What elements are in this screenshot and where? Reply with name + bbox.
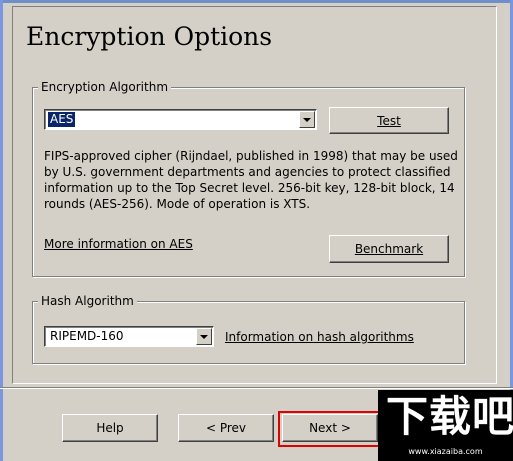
more-info-aes-link[interactable]: More information on AES xyxy=(44,237,193,251)
watermark-url: www.xiazaiba.com xyxy=(408,447,483,456)
watermark-logo-text: 下载吧 xyxy=(386,392,513,441)
prev-button[interactable]: < Prev xyxy=(178,414,274,442)
page-title: Encryption Options xyxy=(26,22,273,51)
encryption-algorithm-dropdown-button[interactable] xyxy=(299,111,315,128)
hash-algorithm-group-label: Hash Algorithm xyxy=(38,294,137,308)
help-button[interactable]: Help xyxy=(62,414,158,442)
hash-algorithm-select[interactable]: RIPEMD-160 xyxy=(44,326,214,347)
encryption-algorithm-group-label: Encryption Algorithm xyxy=(38,80,172,94)
benchmark-button-label: Benchmark xyxy=(354,242,424,256)
site-watermark: 下载吧 www.xiazaiba.com xyxy=(378,390,513,461)
chevron-down-icon xyxy=(200,334,208,339)
hash-algorithm-dropdown-button[interactable] xyxy=(196,328,212,345)
window-top-border xyxy=(0,0,513,3)
hash-info-link[interactable]: Information on hash algorithms xyxy=(225,330,414,344)
chevron-down-icon xyxy=(303,117,311,122)
hash-algorithm-value: RIPEMD-160 xyxy=(50,329,124,343)
test-button[interactable]: Test xyxy=(329,107,449,134)
help-button-label: Help xyxy=(96,421,124,435)
benchmark-button[interactable]: Benchmark xyxy=(329,235,449,263)
footer-separator xyxy=(0,387,513,389)
next-button-highlight xyxy=(278,411,382,447)
test-button-label: Test xyxy=(377,113,401,128)
prev-button-label: < Prev xyxy=(205,421,247,435)
encryption-algorithm-select[interactable]: AES xyxy=(44,109,317,130)
encryption-algorithm-value: AES xyxy=(48,112,76,127)
algorithm-description: FIPS-approved cipher (Rijndael, publishe… xyxy=(44,149,458,211)
window-left-border xyxy=(0,0,3,461)
